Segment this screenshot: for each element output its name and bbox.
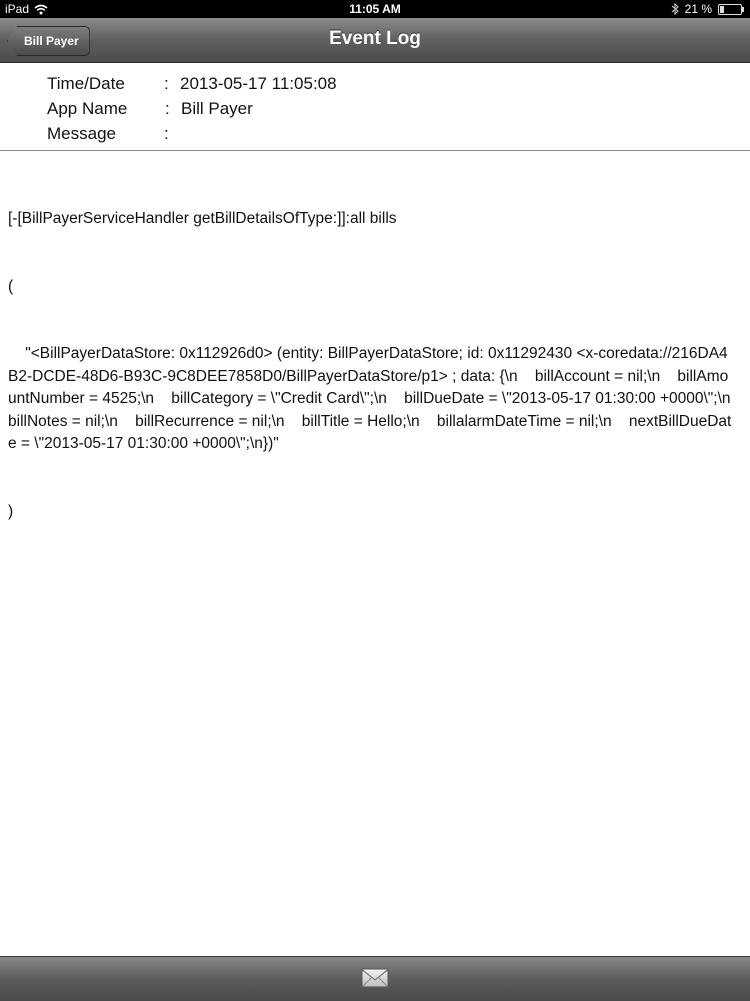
message-line: "<BillPayerDataStore: 0x112926d0> (entit…: [8, 345, 748, 452]
info-label: Message: [47, 124, 116, 143]
info-colon: :: [164, 124, 169, 143]
message-body: [-[BillPayerServiceHandler getBillDetail…: [8, 163, 736, 546]
bluetooth-icon: [671, 3, 679, 15]
mail-icon: [361, 968, 389, 988]
status-right: 21 %: [671, 2, 744, 16]
page-title: Event Log: [329, 28, 421, 49]
divider: [0, 150, 750, 151]
message-line: ): [8, 502, 14, 520]
bottom-toolbar: [0, 956, 750, 1001]
status-time: 11:05 AM: [349, 2, 401, 16]
info-colon: :: [165, 99, 170, 118]
battery-icon: [718, 3, 744, 15]
info-value: Bill Payer: [181, 99, 253, 118]
message-line: (: [8, 277, 14, 295]
battery-percent: 21 %: [684, 2, 712, 16]
message-line: [-[BillPayerServiceHandler getBillDetail…: [8, 210, 397, 227]
mail-button[interactable]: [361, 967, 389, 989]
info-label: App Name: [47, 99, 128, 118]
info-colon: :: [164, 74, 169, 93]
info-value: 2013-05-17 11:05:08: [180, 74, 337, 93]
info-label: Time/Date: [47, 74, 125, 93]
navigation-bar: Bill Payer Event Log: [0, 18, 750, 63]
status-bar: iPad 11:05 AM 21 %: [0, 0, 750, 18]
battery-fill: [720, 5, 724, 13]
